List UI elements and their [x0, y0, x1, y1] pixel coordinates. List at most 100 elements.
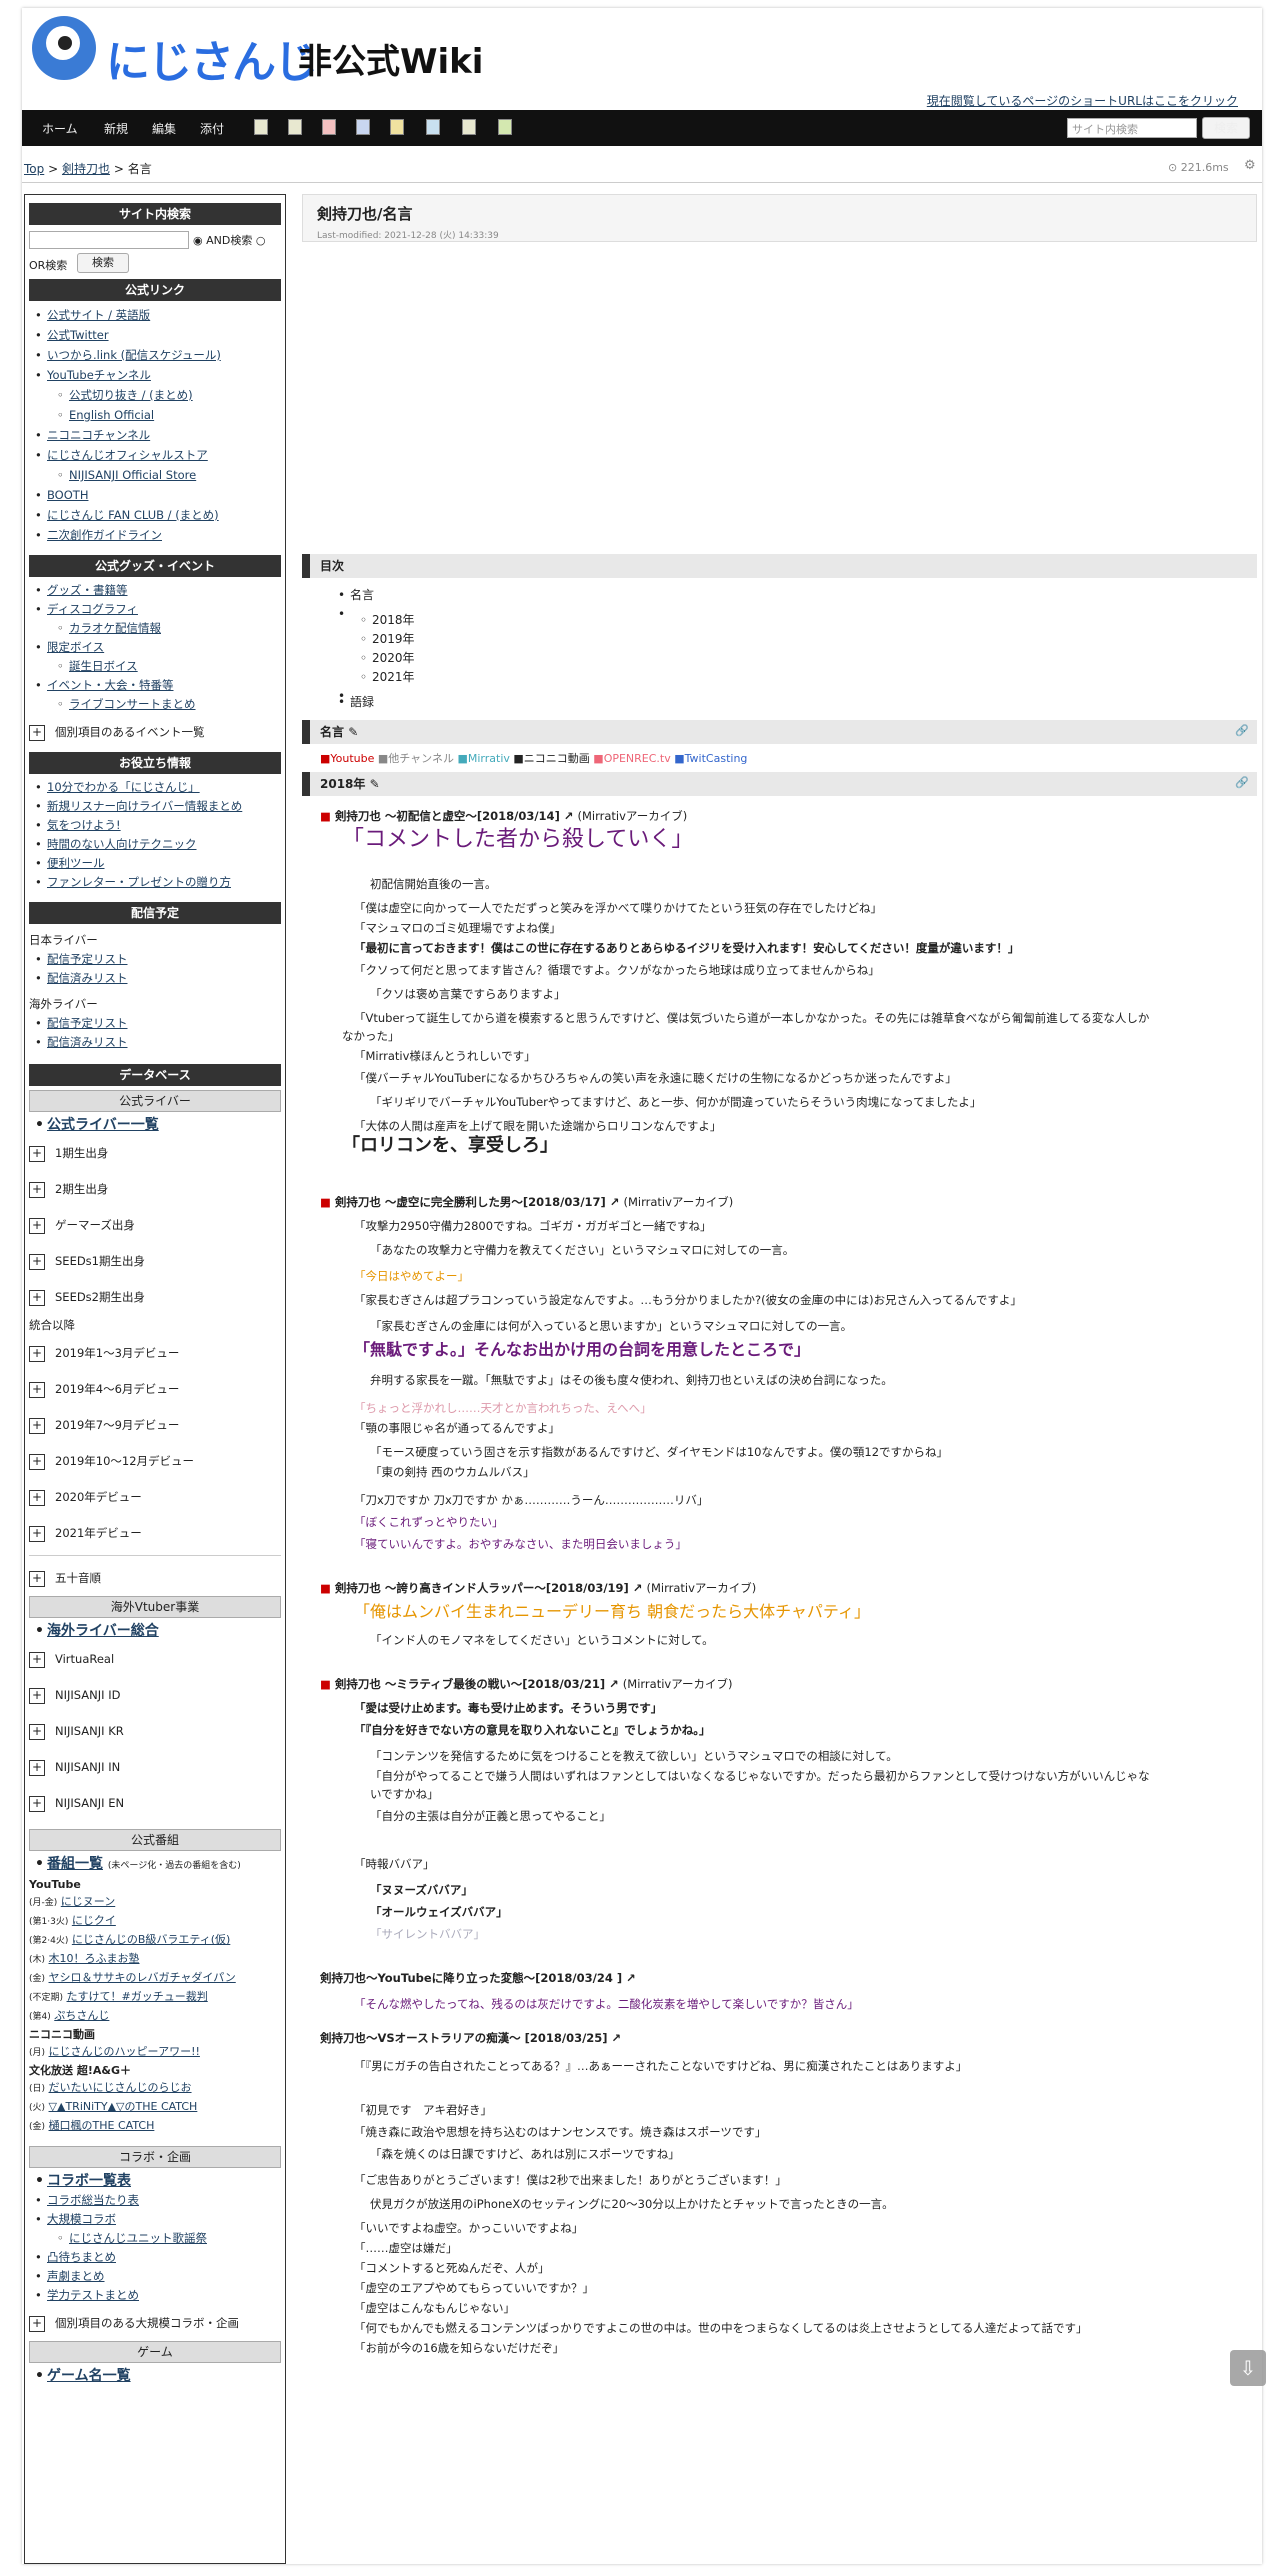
short-url-link[interactable]: 現在閲覧しているページのショートURLはここをクリック — [927, 92, 1238, 109]
reload-icon[interactable] — [356, 119, 370, 135]
events-link[interactable]: イベント・大会・特番等 — [47, 678, 174, 692]
program-link[interactable]: にじさんじのハッピーアワー!! — [49, 2045, 200, 2058]
schedule-link[interactable]: いつから.link (配信スケジュール) — [47, 348, 221, 362]
gen-expander[interactable]: SEEDs2期生出身 — [29, 1279, 281, 1315]
toc-link[interactable]: 2020年 — [372, 651, 415, 665]
nav-search-button[interactable]: 検索 — [1202, 117, 1250, 139]
toc-link[interactable]: 名言 — [350, 588, 374, 602]
collab-link[interactable]: 学力テストまとめ — [47, 2288, 139, 2302]
recent-icon[interactable] — [390, 119, 404, 135]
scroll-top-button[interactable]: ⇩ — [1230, 2350, 1266, 2386]
gen-expander[interactable]: 2期生出身 — [29, 1171, 281, 1207]
gen-expander[interactable]: SEEDs1期生出身 — [29, 1243, 281, 1279]
program-link[interactable]: ぷちさんじ — [54, 2009, 109, 2022]
collab-link[interactable]: 大規模コラボ — [47, 2212, 116, 2226]
limited-voice-link[interactable]: 限定ボイス — [47, 640, 104, 654]
fanclub-link[interactable]: にじさんじ FAN CLUB / (まとめ) — [47, 508, 219, 522]
birthday-voice-link[interactable]: 誕生日ボイス — [69, 659, 138, 673]
goods-link[interactable]: グッズ・書籍等 — [47, 583, 128, 597]
vt-expander[interactable]: NIJISANJI EN — [29, 1785, 281, 1821]
toc-link[interactable]: 語録 — [350, 695, 374, 709]
program-link[interactable]: 樋口楓のTHE CATCH — [49, 2119, 155, 2132]
vt-expander[interactable]: NIJISANJI KR — [29, 1713, 281, 1749]
info-link[interactable]: 10分でわかる「にじさんじ」 — [47, 780, 200, 794]
nav-edit[interactable]: 編集 — [152, 120, 176, 137]
debut-expander[interactable]: 2019年1～3月デビュー — [29, 1335, 281, 1371]
rss-icon[interactable] — [498, 119, 512, 135]
info-link[interactable]: 便利ツール — [47, 856, 105, 870]
store-en-link[interactable]: NIJISANJI Official Store — [69, 468, 196, 482]
info-link[interactable]: 気をつけよう! — [47, 818, 121, 832]
youtube-link[interactable]: YouTubeチャンネル — [47, 368, 151, 382]
english-official-link[interactable]: English Official — [69, 408, 154, 422]
info-link[interactable]: ファンレター・プレゼントの贈り方 — [47, 875, 231, 889]
search-page-icon[interactable] — [426, 119, 440, 135]
vt-expander[interactable]: NIJISANJI IN — [29, 1749, 281, 1785]
discography-link[interactable]: ディスコグラフィ — [47, 602, 138, 616]
backup-icon[interactable] — [322, 119, 336, 135]
toc-link[interactable]: 2018年 — [372, 613, 415, 627]
program-link[interactable]: だいたいにじさんじのらじお — [49, 2081, 192, 2094]
breadcrumb-top[interactable]: Top — [24, 162, 44, 176]
store-link[interactable]: にじさんじオフィシャルストア — [47, 448, 208, 462]
archive-link[interactable]: 配信済みリスト — [47, 971, 128, 985]
clips-link[interactable]: 公式切り抜き / (まとめ) — [69, 388, 193, 402]
gen-expander[interactable]: ゲーマーズ出身 — [29, 1207, 281, 1243]
program-link[interactable]: ▽▲TRiNiTY▲▽のTHE CATCH — [49, 2100, 198, 2113]
nav-attach[interactable]: 添付 — [200, 120, 224, 137]
toc-link[interactable]: 2019年 — [372, 632, 415, 646]
nav-home[interactable]: ホーム — [42, 120, 78, 137]
gear-icon[interactable]: ⚙ — [1244, 158, 1256, 173]
info-link[interactable]: 時間のない人向けテクニック — [47, 837, 197, 851]
breadcrumb-parent[interactable]: 剣持刀也 — [62, 162, 110, 176]
site-logo[interactable]: にじさんじ 非公式Wiki — [28, 12, 518, 92]
collab-link[interactable]: 凸待ちまとめ — [47, 2250, 116, 2264]
twitter-link[interactable]: 公式Twitter — [47, 328, 109, 342]
schedule-link[interactable]: 配信予定リスト — [47, 1016, 128, 1030]
diff-icon[interactable] — [254, 119, 268, 135]
booth-link[interactable]: BOOTH — [47, 488, 88, 502]
karaoke-link[interactable]: カラオケ配信情報 — [69, 621, 161, 635]
vt-all-link[interactable]: 海外ライバー総合 — [47, 1623, 159, 1639]
collab-all-link[interactable]: コラボ一覧表 — [47, 2173, 131, 2189]
program-link[interactable]: たすけて！#ガッチュー裁判 — [67, 1990, 208, 2003]
official-site-link[interactable]: 公式サイト / 英語版 — [47, 308, 150, 322]
program-link[interactable]: 木10！ろふまお塾 — [49, 1952, 140, 1965]
prog-all-link[interactable]: 番組一覧 — [47, 1856, 103, 1872]
collab-link[interactable]: 声劇まとめ — [47, 2269, 105, 2283]
help-icon[interactable] — [462, 119, 476, 135]
debut-expander[interactable]: 2019年10～12月デビュー — [29, 1443, 281, 1479]
page-list-icon[interactable] — [288, 119, 302, 135]
program-link[interactable]: にじヌーン — [61, 1895, 115, 1908]
guideline-link[interactable]: 二次創作ガイドライン — [47, 528, 162, 542]
collab-link[interactable]: コラボ総当たり表 — [47, 2193, 139, 2207]
gojuon-expander[interactable]: 五十音順 — [29, 1560, 281, 1596]
debut-expander[interactable]: 2021年デビュー — [29, 1515, 281, 1551]
side-search-button[interactable]: 検索 — [77, 253, 129, 273]
collab-link[interactable]: にじさんじユニット歌謡祭 — [69, 2231, 207, 2245]
vt-expander[interactable]: VirtuaReal — [29, 1641, 281, 1677]
toc-link[interactable]: 2021年 — [372, 670, 415, 684]
schedule-link[interactable]: 配信予定リスト — [47, 952, 128, 966]
gen-expander[interactable]: 1期生出身 — [29, 1135, 281, 1171]
collab-expander[interactable]: 個別項目のある大規模コラボ・企画 — [29, 2305, 281, 2341]
live-concert-link[interactable]: ライブコンサートまとめ — [69, 697, 196, 711]
game-all-link[interactable]: ゲーム名一覧 — [47, 2368, 131, 2384]
debut-expander[interactable]: 2020年デビュー — [29, 1479, 281, 1515]
nav-new[interactable]: 新規 — [104, 120, 128, 137]
niconico-link[interactable]: ニコニコチャンネル — [47, 428, 150, 442]
program-link[interactable]: にじクイ — [72, 1914, 116, 1927]
side-search-input[interactable] — [29, 231, 189, 249]
events-expander[interactable]: 個別項目のあるイベント一覧 — [29, 714, 281, 750]
debut-expander[interactable]: 2019年4～6月デビュー — [29, 1371, 281, 1407]
archive-link[interactable]: 配信済みリスト — [47, 1035, 128, 1049]
program-link[interactable]: にじさんじのB級バラエティ(仮) — [72, 1933, 230, 1946]
vt-expander[interactable]: NIJISANJI ID — [29, 1677, 281, 1713]
debut-expander[interactable]: 2019年7～9月デビュー — [29, 1407, 281, 1443]
liver-all-link[interactable]: 公式ライバー一覧 — [47, 1117, 159, 1133]
program-link[interactable]: ヤシロ＆ササキのレバガチャダイパン — [49, 1971, 236, 1984]
info-link[interactable]: 新規リスナー向けライバー情報まとめ — [47, 799, 242, 813]
nav-search-input[interactable]: サイト内検索 — [1067, 118, 1197, 138]
or-label[interactable]: OR検索 — [29, 257, 67, 273]
and-radio[interactable]: ◉ AND検索 ○ — [193, 232, 265, 248]
